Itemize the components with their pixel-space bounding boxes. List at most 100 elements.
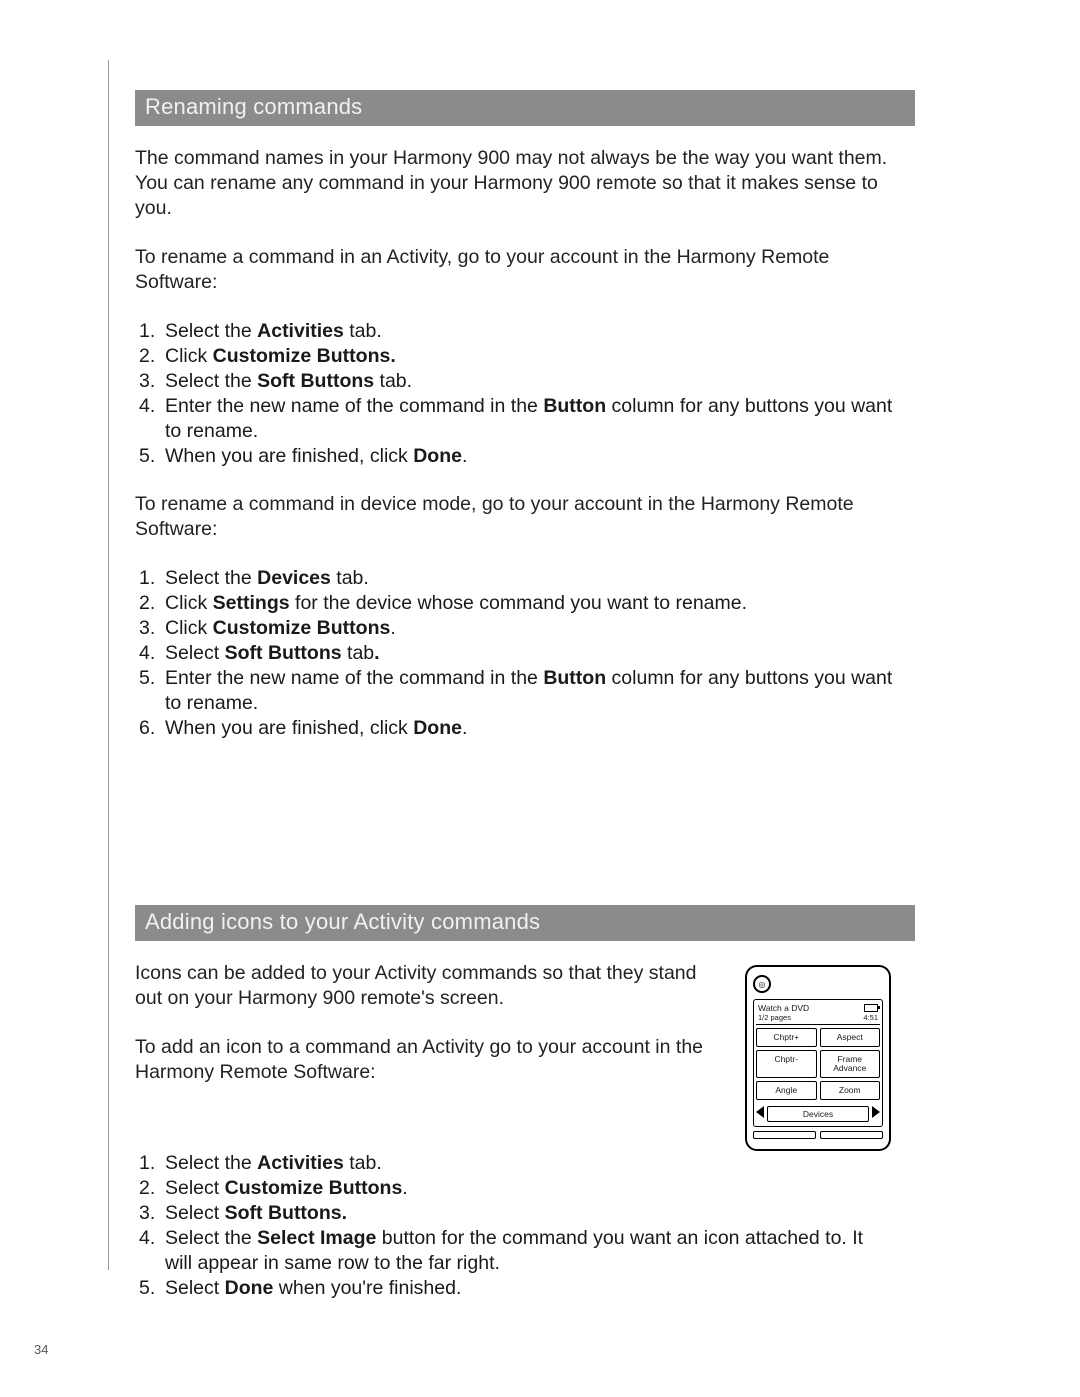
chevron-left-icon: [756, 1106, 764, 1118]
text-bold: Activities: [257, 320, 344, 342]
text-bold: Done: [413, 445, 462, 467]
soft-button: Angle: [756, 1081, 817, 1100]
text: Select: [165, 1277, 225, 1299]
list-item: Select Customize Buttons.: [135, 1176, 895, 1201]
ordered-list-device-rename: Select the Devices tab. Click Settings f…: [135, 566, 895, 741]
list-item: Select the Activities tab.: [135, 319, 895, 344]
paragraph: To rename a command in an Activity, go t…: [135, 245, 895, 295]
manual-page: Renaming commands The command names in y…: [0, 0, 1080, 1397]
text: .: [390, 617, 395, 639]
text: Click: [165, 592, 213, 614]
ordered-list-add-icons: Select the Activities tab. Select Custom…: [135, 1151, 895, 1301]
list-item: Click Settings for the device whose comm…: [135, 591, 895, 616]
chevron-right-icon: [872, 1106, 880, 1118]
text: tab: [342, 642, 375, 664]
text-bold: Devices: [257, 567, 331, 589]
text: tab.: [344, 1152, 382, 1174]
text: .: [462, 445, 467, 467]
text-bold: Select Image: [257, 1227, 376, 1249]
text-bold: .: [374, 642, 379, 664]
paragraph: The command names in your Harmony 900 ma…: [135, 146, 895, 221]
battery-icon: [864, 1004, 878, 1012]
text-bold: Activities: [257, 1152, 344, 1174]
screen-grid-row: Chptr+ Aspect Chptr- Frame Advance Angle…: [756, 1028, 880, 1100]
vertical-divider: [108, 60, 109, 1270]
left-column: Icons can be added to your Activity comm…: [135, 961, 721, 1109]
list-item: When you are finished, click Done.: [135, 444, 895, 469]
paragraph: To add an icon to a command an Activity …: [135, 1035, 721, 1085]
text: Select the: [165, 370, 257, 392]
text: Select: [165, 642, 225, 664]
physical-button: [820, 1131, 883, 1139]
text: Click: [165, 345, 213, 367]
text-bold: Soft Buttons: [257, 370, 374, 392]
text: Select the: [165, 1152, 257, 1174]
paragraph: To rename a command in device mode, go t…: [135, 492, 895, 542]
physical-buttons-row: [753, 1131, 883, 1139]
list-item: When you are finished, click Done.: [135, 716, 895, 741]
list-item: Select Done when you're finished.: [135, 1276, 895, 1301]
text-bold: Soft Buttons: [225, 642, 342, 664]
text: When you are finished, click: [165, 717, 413, 739]
text: Select the: [165, 320, 257, 342]
list-item: Select the Select Image button for the c…: [135, 1226, 895, 1276]
list-item: Click Customize Buttons.: [135, 616, 895, 641]
screen-pages: 1/2 pages: [758, 1013, 791, 1022]
text: tab.: [344, 320, 382, 342]
text: tab.: [331, 567, 369, 589]
section-header-renaming: Renaming commands: [135, 90, 915, 126]
text: Click: [165, 617, 213, 639]
soft-button: Zoom: [820, 1081, 881, 1100]
home-icon: ◎: [753, 975, 771, 993]
text: When you are finished, click: [165, 445, 413, 467]
devices-button: Devices: [767, 1106, 869, 1122]
remote-illustration: ◎ Watch a DVD 1/2 pages 4:51: [745, 965, 891, 1151]
list-item: Enter the new name of the command in the…: [135, 394, 895, 444]
text: Enter the new name of the command in the: [165, 667, 543, 689]
list-item: Enter the new name of the command in the…: [135, 666, 895, 716]
soft-button: Frame Advance: [820, 1050, 881, 1078]
list-item: Select the Activities tab.: [135, 1151, 895, 1176]
text: Enter the new name of the command in the: [165, 395, 543, 417]
right-column: ◎ Watch a DVD 1/2 pages 4:51: [745, 961, 895, 1151]
text-bold: Button: [543, 667, 606, 689]
ordered-list-activity-rename: Select the Activities tab. Click Customi…: [135, 319, 895, 469]
list-item: Select the Devices tab.: [135, 566, 895, 591]
page-number: 34: [34, 1342, 48, 1357]
text: for the device whose command you want to…: [290, 592, 747, 614]
text: Select: [165, 1202, 225, 1224]
soft-button: Chptr+: [756, 1028, 817, 1047]
list-item: Click Customize Buttons.: [135, 344, 895, 369]
section-header-adding-icons: Adding icons to your Activity commands: [135, 905, 915, 941]
text-bold: Customize Buttons: [225, 1177, 403, 1199]
list-item: Select the Soft Buttons tab.: [135, 369, 895, 394]
spacer: [135, 765, 895, 905]
text-bold: Settings: [213, 592, 290, 614]
screen-time: 4:51: [863, 1013, 878, 1022]
screen-subbar: 1/2 pages 4:51: [756, 1013, 880, 1025]
text: Select: [165, 1177, 225, 1199]
text: .: [462, 717, 467, 739]
text-bold: Done: [413, 717, 462, 739]
text: Select the: [165, 567, 257, 589]
screen-title: Watch a DVD: [758, 1003, 809, 1013]
remote-screen: Watch a DVD 1/2 pages 4:51 Chptr+ Asp: [753, 999, 883, 1127]
two-column-layout: Icons can be added to your Activity comm…: [135, 961, 895, 1151]
paragraph: Icons can be added to your Activity comm…: [135, 961, 721, 1011]
list-item: Select Soft Buttons.: [135, 1201, 895, 1226]
text-bold: Soft Buttons.: [225, 1202, 347, 1224]
page-content: Renaming commands The command names in y…: [135, 90, 895, 1300]
text: when you're finished.: [273, 1277, 461, 1299]
physical-button: [753, 1131, 816, 1139]
soft-buttons-grid: Chptr+ Aspect Chptr- Frame Advance Angle…: [756, 1028, 880, 1100]
soft-button: Chptr-: [756, 1050, 817, 1078]
list-item: Select Soft Buttons tab.: [135, 641, 895, 666]
soft-button: Aspect: [820, 1028, 881, 1047]
text: tab.: [374, 370, 412, 392]
text-bold: Customize Buttons: [213, 617, 391, 639]
text-bold: Done: [225, 1277, 274, 1299]
text: Select the: [165, 1227, 257, 1249]
text-bold: Customize Buttons.: [213, 345, 396, 367]
text: .: [402, 1177, 407, 1199]
text-bold: Button: [543, 395, 606, 417]
